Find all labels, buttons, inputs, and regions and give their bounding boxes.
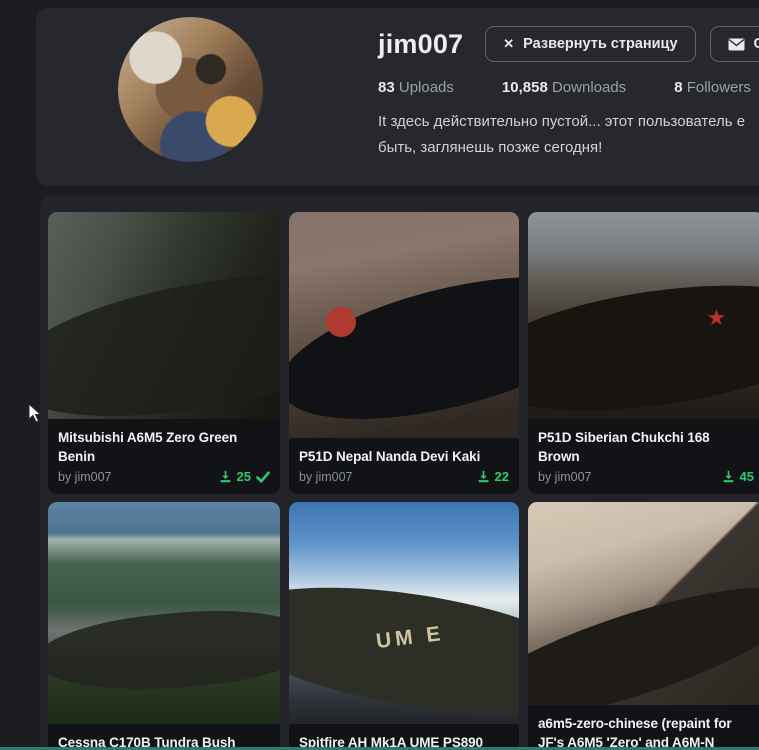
followers-value: 8 xyxy=(674,79,683,96)
card-title[interactable]: P51D Siberian Chukchi 168 Brown xyxy=(538,428,754,466)
card-title[interactable]: P51D Nepal Nanda Devi Kaki xyxy=(299,447,509,466)
card-info: P51D Nepal Nanda Devi Kaki by jim007 22 xyxy=(289,438,519,494)
fuselage-code-letters: UM E xyxy=(375,622,446,654)
profile-bio: It здесь действительно пустой... этот по… xyxy=(378,109,759,161)
download-count: 22 xyxy=(494,469,509,484)
profile-stats: 83 Uploads 10,858 Downloads 8 Followers xyxy=(378,79,759,96)
stat-downloads: 10,858 Downloads xyxy=(502,79,626,96)
expand-page-button-label: Развернуть страницу xyxy=(523,36,678,52)
card-author[interactable]: by jim007 xyxy=(538,470,592,484)
card-thumbnail[interactable]: UM E xyxy=(289,502,519,724)
livery-card-1[interactable]: Mitsubishi A6M5 Zero Green Benin by jim0… xyxy=(48,212,280,494)
profile-header-content: jim007 ✕ Развернуть страницу С 83 Upload… xyxy=(378,26,759,161)
card-thumbnail[interactable]: ★ xyxy=(528,212,759,419)
red-star-marking: ★ xyxy=(706,305,727,331)
download-count-group: 45 xyxy=(722,469,754,484)
livery-card-3[interactable]: ★ P51D Siberian Chukchi 168 Brown by jim… xyxy=(528,212,759,494)
uploads-value: 83 xyxy=(378,79,395,96)
card-info: Mitsubishi A6M5 Zero Green Benin by jim0… xyxy=(48,419,280,494)
card-thumbnail[interactable] xyxy=(528,502,759,705)
card-info: a6m5-zero-chinese (repaint for JF's A6M5… xyxy=(528,705,759,750)
content-panel: Mitsubishi A6M5 Zero Green Benin by jim0… xyxy=(40,196,759,750)
uploads-label: Uploads xyxy=(398,79,454,96)
download-icon xyxy=(478,470,488,483)
username: jim007 xyxy=(378,28,464,59)
expand-page-button[interactable]: ✕ Развернуть страницу xyxy=(485,26,696,62)
stat-followers: 8 Followers xyxy=(674,79,751,96)
livery-grid: Mitsubishi A6M5 Zero Green Benin by jim0… xyxy=(48,212,759,750)
download-icon xyxy=(723,470,733,483)
bio-line-2: быть, заглянешь позже сегодня! xyxy=(378,139,603,156)
card-author[interactable]: by jim007 xyxy=(299,470,353,484)
installed-check-icon xyxy=(256,470,270,483)
download-count: 45 xyxy=(739,469,754,484)
downloads-label: Downloads xyxy=(551,79,627,96)
message-button-label: С xyxy=(753,36,759,52)
card-title[interactable]: a6m5-zero-chinese (repaint for JF's A6M5… xyxy=(538,714,754,750)
card-title[interactable]: Mitsubishi A6M5 Zero Green Benin xyxy=(58,428,270,466)
avatar xyxy=(118,17,263,162)
card-author[interactable]: by jim007 xyxy=(58,470,112,484)
followers-label: Followers xyxy=(686,79,751,96)
envelope-icon xyxy=(728,38,745,50)
livery-card-2[interactable]: P51D Nepal Nanda Devi Kaki by jim007 22 xyxy=(289,212,519,494)
stat-uploads: 83 Uploads xyxy=(378,79,454,96)
card-thumbnail[interactable] xyxy=(48,502,280,724)
x-icon: ✕ xyxy=(503,36,515,51)
card-info: P51D Siberian Chukchi 168 Brown by jim00… xyxy=(528,419,759,494)
livery-card-5[interactable]: UM E Spitfire AH Mk1A UME PS890 Burma xyxy=(289,502,519,750)
message-button[interactable]: С xyxy=(709,26,759,62)
download-count: 25 xyxy=(236,469,251,484)
livery-card-4[interactable]: Cessna C170B Tundra Bush "Sheetka" kaki … xyxy=(48,502,280,750)
download-count-group: 22 xyxy=(477,469,509,484)
card-thumbnail[interactable] xyxy=(48,212,280,419)
downloads-value: 10,858 xyxy=(501,79,548,96)
download-count-group: 25 xyxy=(219,469,270,484)
livery-card-6[interactable]: a6m5-zero-chinese (repaint for JF's A6M5… xyxy=(528,502,759,750)
card-thumbnail[interactable] xyxy=(289,212,519,438)
profile-header-card: jim007 ✕ Развернуть страницу С 83 Upload… xyxy=(36,8,759,186)
download-icon xyxy=(220,470,230,483)
bio-line-1: It здесь действительно пустой... этот по… xyxy=(378,113,746,130)
